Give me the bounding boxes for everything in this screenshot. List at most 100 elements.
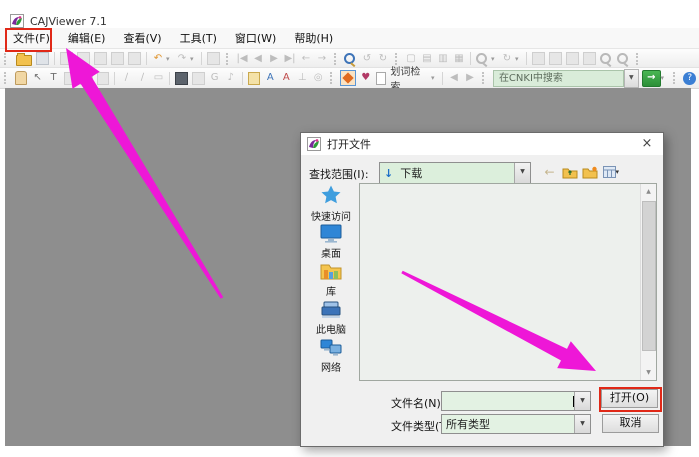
stamp-tool-icon[interactable]: ◎ [310,70,326,86]
look-in-dropdown-icon[interactable]: ▼ [514,163,530,183]
marquee-zoom-icon[interactable] [476,53,487,64]
copy-icon[interactable] [94,52,107,65]
word-search-dropdown-icon[interactable]: ▾ [431,74,439,82]
signature-tool-icon[interactable]: G [207,70,223,86]
file-name-combobox[interactable]: ▼ [441,391,591,411]
scrollbar-thumb[interactable] [642,201,656,351]
menu-window[interactable]: 窗口(W) [226,28,285,48]
open-file-icon[interactable] [16,55,32,66]
text-select-tool-icon[interactable]: T [46,70,62,86]
send-mail-icon[interactable] [207,52,220,65]
actual-size-icon[interactable] [583,52,596,65]
file-list-area[interactable]: ▲ ▼ [359,183,657,381]
undo-dropdown-icon[interactable]: ▾ [166,55,174,63]
cnki-search-input[interactable]: 在CNKI中搜索 [493,70,624,87]
dynamic-zoom-dropdown-icon[interactable]: ▾ [515,55,523,63]
word-capture-icon[interactable] [340,70,356,86]
place-quick-access[interactable]: 快速访问 [303,183,359,223]
toolbar-grip[interactable] [4,72,8,84]
zoom-out-icon[interactable] [617,53,628,64]
search-next-icon[interactable]: ▶ [462,70,478,86]
menu-view[interactable]: 查看(V) [114,28,170,48]
rotate-left-icon[interactable]: ↺ [359,51,375,67]
dialog-close-button[interactable]: × [631,133,663,155]
select-all-icon[interactable] [128,52,141,65]
file-list-scrollbar[interactable]: ▲ ▼ [640,184,656,380]
toolbar-grip[interactable] [4,53,8,65]
note-tool-icon[interactable] [64,72,77,85]
snapshot-icon[interactable] [111,52,124,65]
back-view-icon[interactable]: ← [298,51,314,67]
menu-file[interactable]: 文件(F) [4,28,59,48]
pencil-tool-icon[interactable] [80,72,93,85]
print-preview-icon[interactable] [77,52,90,65]
toolbar-grip[interactable] [330,72,334,84]
file-type-dropdown-icon[interactable]: ▼ [574,415,590,433]
knowledge-node-icon[interactable]: ♥ [358,70,374,86]
cnki-search-go-button[interactable]: → [642,70,660,87]
open-button[interactable]: 打开(O) [601,389,658,408]
fit-width-icon[interactable] [549,52,562,65]
undo-icon[interactable]: ↶ [150,51,166,67]
layout-continuous-facing-icon[interactable]: ▦ [451,51,467,67]
help-icon[interactable]: ? [683,72,696,85]
view-menu-icon[interactable]: ▾ [601,164,625,180]
dialog-title-bar[interactable]: 打开文件 [301,133,663,155]
highlight-tool-icon[interactable] [248,72,261,85]
toolbar-grip[interactable] [482,72,486,84]
fit-height-icon[interactable] [566,52,579,65]
cnki-search-dropdown-icon[interactable]: ▼ [624,69,640,88]
place-libraries[interactable]: 库 [303,260,359,298]
view-menu-dropdown-icon[interactable]: ▾ [616,168,624,176]
fit-page-icon[interactable] [532,52,545,65]
menu-edit[interactable]: 编辑(E) [59,28,115,48]
menu-tools[interactable]: 工具(T) [171,28,226,48]
hand-tool-icon[interactable] [15,71,27,85]
line-tool-icon[interactable]: ∕ [118,70,134,86]
sound-tool-icon[interactable]: ♪ [223,70,239,86]
up-one-level-icon[interactable] [561,164,578,180]
underline-tool-icon[interactable]: A [278,70,294,86]
back-folder-icon[interactable]: ← [541,164,558,180]
next-page-icon[interactable]: ▶ [266,51,282,67]
layout-facing-icon[interactable]: ▥ [435,51,451,67]
rotate-right-icon[interactable]: ↻ [375,51,391,67]
previous-page-icon[interactable]: ◀ [250,51,266,67]
redo-dropdown-icon[interactable]: ▾ [190,55,198,63]
scrollbar-up-icon[interactable]: ▲ [641,184,656,199]
image-tool-icon[interactable] [175,72,188,85]
file-name-dropdown-icon[interactable]: ▼ [574,392,590,410]
word-search-doc-icon[interactable] [376,72,387,85]
look-in-combobox[interactable]: ↓ 下载 ▼ [379,162,531,184]
marquee-zoom-dropdown-icon[interactable]: ▾ [491,55,499,63]
toolbar-grip[interactable] [226,53,230,65]
search-prev-icon[interactable]: ◀ [446,70,462,86]
eraser-tool-icon[interactable] [97,72,110,85]
select-tool-icon[interactable]: ↖ [30,70,46,86]
polyline-tool-icon[interactable]: ∕ [134,70,150,86]
forward-view-icon[interactable]: → [314,51,330,67]
place-desktop[interactable]: 桌面 [303,222,359,260]
place-network[interactable]: 网络 [303,336,359,374]
search-icon[interactable] [344,53,355,64]
file-type-combobox[interactable]: 所有类型 ▼ [441,414,591,434]
redo-icon[interactable]: ↷ [174,51,190,67]
strikeout-tool-icon[interactable]: ⊥ [294,70,310,86]
new-folder-icon[interactable] [581,164,598,180]
toolbar-grip[interactable] [673,72,677,84]
dynamic-zoom-icon[interactable]: ↻ [499,51,515,67]
first-page-icon[interactable]: |◀ [234,51,250,67]
place-this-pc[interactable]: 此电脑 [303,298,359,336]
scrollbar-down-icon[interactable]: ▼ [641,365,656,380]
rectangle-tool-icon[interactable]: ▭ [150,70,166,86]
cnki-go-dropdown-icon[interactable]: ▾ [661,74,669,82]
last-page-icon[interactable]: ▶| [282,51,298,67]
save-icon[interactable] [36,52,49,65]
toolbar-grip[interactable] [334,53,338,65]
text-color-tool-icon[interactable]: A [262,70,278,86]
toolbar-grip[interactable] [636,53,640,65]
print-icon[interactable] [60,52,73,65]
link-tool-icon[interactable] [192,72,205,85]
menu-help[interactable]: 帮助(H) [285,28,342,48]
cancel-button[interactable]: 取消 [602,414,659,433]
